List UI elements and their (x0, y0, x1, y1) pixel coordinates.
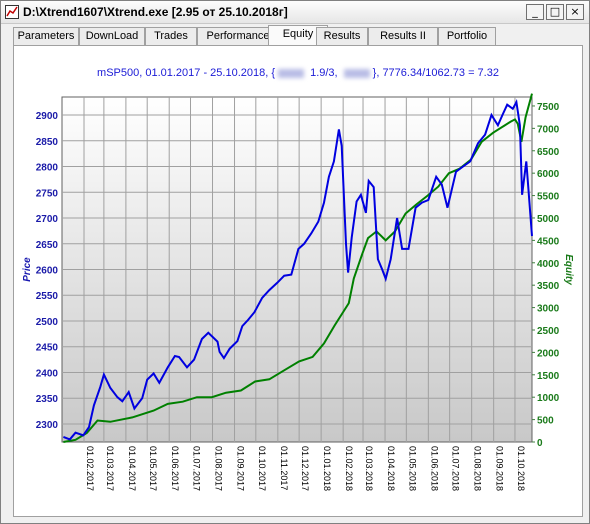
y2-tick-label: 4000 (537, 259, 560, 270)
tab-trades[interactable]: Trades (145, 27, 197, 45)
y-tick-label: 2750 (36, 188, 59, 199)
y-tick-label: 2500 (36, 317, 59, 328)
tab-results-ii[interactable]: Results II (368, 27, 438, 45)
y2-tick-label: 5000 (537, 214, 560, 225)
y-tick-label: 2900 (36, 111, 59, 122)
tab-download[interactable]: DownLoad (79, 27, 145, 45)
x-tick-label: 01.03.2017 (105, 446, 115, 491)
y2-tick-label: 5500 (537, 192, 560, 203)
close-button[interactable]: × (566, 4, 584, 20)
app-icon (5, 5, 19, 19)
x-tick-label: 01.09.2017 (236, 446, 246, 491)
y2-tick-label: 1000 (537, 393, 560, 404)
x-tick-label: 01.04.2017 (127, 446, 137, 491)
y2-tick-label: 3500 (537, 281, 560, 292)
y2-axis-label: Equity (563, 254, 574, 285)
x-tick-label: 01.02.2017 (85, 446, 95, 491)
x-tick-label: 01.11.2017 (279, 446, 289, 490)
x-tick-label: 01.12.2017 (300, 446, 310, 491)
x-tick-label: 01.10.2017 (257, 446, 267, 491)
y-tick-label: 2400 (36, 368, 59, 379)
x-tick-label: 01.08.2018 (473, 446, 483, 491)
x-tick-label: 01.07.2017 (192, 446, 202, 491)
y-tick-label: 2550 (36, 291, 59, 302)
y-axis-label: Price (22, 257, 33, 282)
y-tick-label: 2650 (36, 240, 59, 251)
app-window: D:\Xtrend1607\Xtrend.exe [2.95 от 25.10.… (0, 0, 590, 524)
y2-tick-label: 4500 (537, 236, 560, 247)
equity-panel: mSP500, 01.01.2017 - 25.10.2018, { 1.9/3… (13, 45, 583, 517)
y2-tick-label: 6000 (537, 169, 560, 180)
x-tick-label: 01.01.2018 (322, 446, 332, 491)
maximize-button[interactable]: □ (546, 4, 564, 20)
x-tick-label: 01.03.2018 (364, 446, 374, 491)
tab-portfolio[interactable]: Portfolio (438, 27, 496, 45)
tab-results[interactable]: Results (316, 27, 368, 45)
y-tick-label: 2700 (36, 214, 59, 225)
x-tick-label: 01.05.2018 (407, 446, 417, 491)
y2-tick-label: 6500 (537, 147, 560, 158)
minimize-button[interactable]: _ (526, 4, 544, 20)
y-tick-label: 2600 (36, 266, 59, 277)
x-tick-label: 01.02.2018 (344, 446, 354, 491)
y2-tick-label: 7000 (537, 124, 560, 135)
y-tick-label: 2300 (36, 420, 59, 431)
y-tick-label: 2850 (36, 137, 59, 148)
y2-tick-label: 500 (537, 416, 554, 427)
window-title: D:\Xtrend1607\Xtrend.exe [2.95 от 25.10.… (23, 5, 288, 19)
y-tick-label: 2450 (36, 343, 59, 354)
tab-parameters[interactable]: Parameters (13, 27, 79, 45)
tab-performance[interactable]: Performance (197, 27, 279, 45)
y2-tick-label: 2500 (537, 326, 560, 337)
x-tick-label: 01.07.2018 (451, 446, 461, 491)
x-tick-label: 01.06.2017 (170, 446, 180, 491)
x-tick-label: 01.06.2018 (429, 446, 439, 491)
y-tick-label: 2350 (36, 394, 59, 405)
x-tick-label: 01.10.2018 (516, 446, 526, 491)
x-tick-label: 01.09.2018 (495, 446, 505, 491)
y2-tick-label: 0 (537, 438, 543, 449)
y-tick-label: 2800 (36, 163, 59, 174)
equity-chart: 01.02.2017 01.03.2017 01.04.2017 01.05.2017… (22, 93, 574, 491)
title-bar[interactable]: D:\Xtrend1607\Xtrend.exe [2.95 от 25.10.… (1, 1, 589, 24)
y2-tick-label: 7500 (537, 102, 560, 113)
y2-tick-label: 2000 (537, 348, 560, 359)
x-tick-label: 01.04.2018 (386, 446, 396, 491)
y2-tick-label: 3000 (537, 304, 560, 315)
x-tick-label: 01.08.2017 (214, 446, 224, 491)
x-tick-label: 01.05.2017 (148, 446, 158, 491)
y2-tick-label: 1500 (537, 371, 560, 382)
